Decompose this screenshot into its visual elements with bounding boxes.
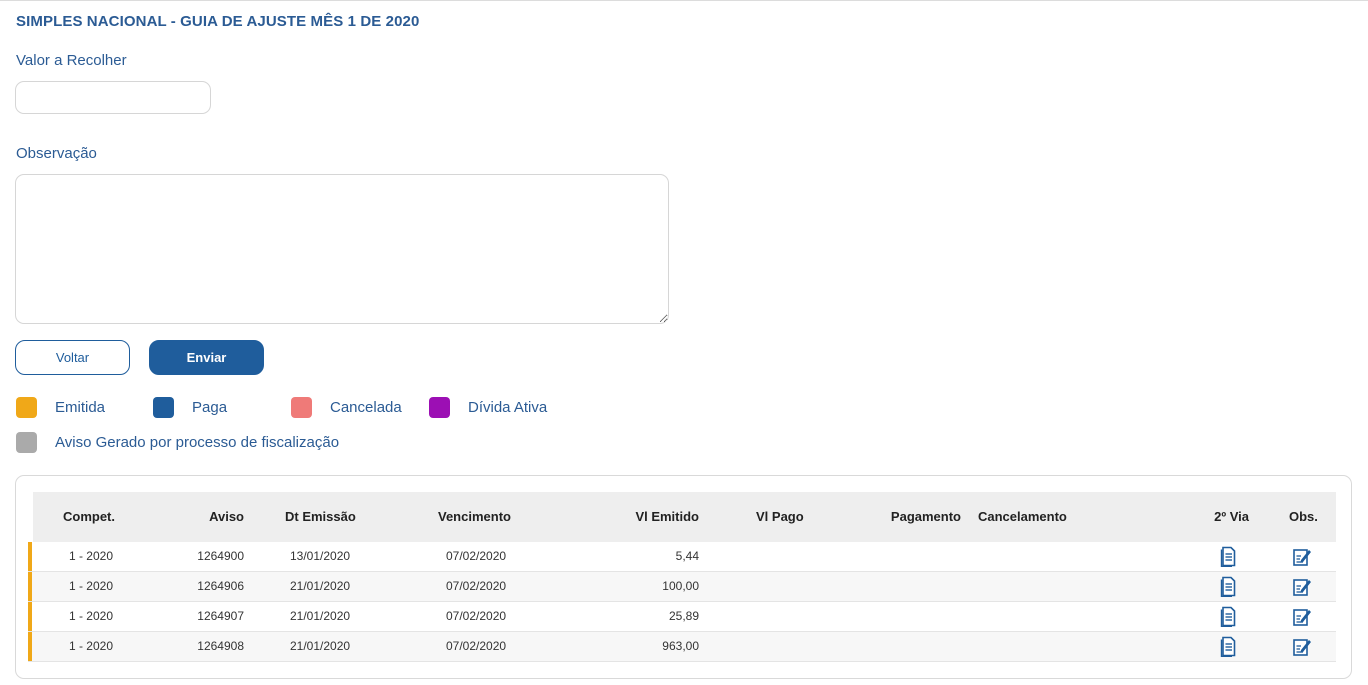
legend-label: Aviso Gerado por processo de fiscalizaçã… — [55, 434, 340, 451]
table-row: 1 - 2020 1264907 21/01/2020 07/02/2020 25,89 — [28, 602, 1336, 632]
edit-note-icon[interactable] — [1292, 576, 1312, 597]
cell-vencimento: 07/02/2020 — [446, 639, 507, 653]
cell-compet: 1 - 2020 — [68, 609, 114, 623]
legend-swatch-divida-ativa — [429, 397, 450, 418]
legend-item-aviso-fiscalizacao: Aviso Gerado por processo de fiscalizaçã… — [16, 432, 339, 453]
legend-item-cancelada: Cancelada — [291, 397, 402, 418]
table-row: 1 - 2020 1264906 21/01/2020 07/02/2020 100,0… — [28, 572, 1336, 602]
table-row: 1 - 2020 1264900 13/01/2020 07/02/2020 5,44 — [28, 542, 1336, 572]
header-aviso: Aviso — [209, 509, 244, 524]
legend-item-emitida: Emitida — [16, 397, 105, 418]
document-icon[interactable] — [1218, 546, 1238, 568]
edit-note-icon[interactable] — [1292, 606, 1312, 627]
status-bar-emitida — [28, 572, 32, 601]
header-segunda-via: 2º Via — [1214, 509, 1249, 524]
legend-label: Dívida Ativa — [468, 399, 548, 416]
guias-table: Compet. Aviso Dt Emissão Vencimento Vl E… — [15, 475, 1352, 679]
status-bar-emitida — [28, 542, 32, 571]
header-cancelamento: Cancelamento — [978, 509, 1067, 524]
header-pagamento: Pagamento — [890, 509, 961, 524]
observacao-textarea[interactable] — [15, 174, 669, 324]
cell-compet: 1 - 2020 — [68, 549, 114, 563]
legend-item-divida-ativa: Dívida Ativa — [429, 397, 547, 418]
legend-swatch-cancelada — [291, 397, 312, 418]
enviar-button[interactable]: Enviar — [149, 340, 264, 375]
status-bar-emitida — [28, 632, 32, 661]
cell-dt-emissao: 13/01/2020 — [290, 549, 351, 563]
legend-item-paga: Paga — [153, 397, 227, 418]
legend-label: Cancelada — [330, 399, 402, 416]
cell-aviso: 1264908 — [197, 639, 244, 653]
cell-vl-emitido: 5,44 — [675, 549, 699, 563]
header-obs: Obs. — [1289, 509, 1318, 524]
cell-vl-emitido: 963,00 — [662, 639, 699, 653]
cell-aviso: 1264907 — [197, 609, 244, 623]
voltar-button[interactable]: Voltar — [15, 340, 130, 375]
cell-aviso: 1264906 — [197, 579, 244, 593]
valor-recolher-label: Valor a Recolher — [16, 52, 127, 69]
cell-compet: 1 - 2020 — [68, 639, 114, 653]
cell-dt-emissao: 21/01/2020 — [290, 639, 351, 653]
header-vl-pago: Vl Pago — [756, 509, 804, 524]
document-icon[interactable] — [1218, 576, 1238, 598]
document-icon[interactable] — [1218, 606, 1238, 628]
cell-vencimento: 07/02/2020 — [446, 549, 507, 563]
header-compet: Compet. — [63, 509, 115, 524]
cell-aviso: 1264900 — [197, 549, 244, 563]
document-icon[interactable] — [1218, 636, 1238, 658]
status-bar-emitida — [28, 602, 32, 631]
legend-label: Paga — [192, 399, 228, 416]
legend-swatch-paga — [153, 397, 174, 418]
observacao-label: Observação — [16, 145, 97, 162]
cell-dt-emissao: 21/01/2020 — [290, 609, 351, 623]
cell-compet: 1 - 2020 — [68, 579, 114, 593]
table-row: 1 - 2020 1264908 21/01/2020 07/02/2020 963,0… — [28, 632, 1336, 662]
legend-swatch-emitida — [16, 397, 37, 418]
header-vencimento: Vencimento — [438, 509, 511, 524]
legend-swatch-aviso-fiscalizacao — [16, 432, 37, 453]
cell-vl-emitido: 100,00 — [662, 579, 699, 593]
page-title: SIMPLES NACIONAL - GUIA DE AJUSTE MÊS 1 … — [16, 13, 420, 30]
cell-vencimento: 07/02/2020 — [446, 579, 507, 593]
header-dt-emissao: Dt Emissão — [285, 509, 356, 524]
valor-recolher-input[interactable] — [15, 81, 211, 114]
legend-label: Emitida — [55, 399, 106, 416]
cell-vl-emitido: 25,89 — [668, 609, 699, 623]
edit-note-icon[interactable] — [1292, 546, 1312, 567]
table-header: Compet. Aviso Dt Emissão Vencimento Vl E… — [33, 492, 1336, 542]
edit-note-icon[interactable] — [1292, 636, 1312, 657]
cell-vencimento: 07/02/2020 — [446, 609, 507, 623]
cell-dt-emissao: 21/01/2020 — [290, 579, 351, 593]
header-vl-emitido: Vl Emitido — [635, 509, 699, 524]
